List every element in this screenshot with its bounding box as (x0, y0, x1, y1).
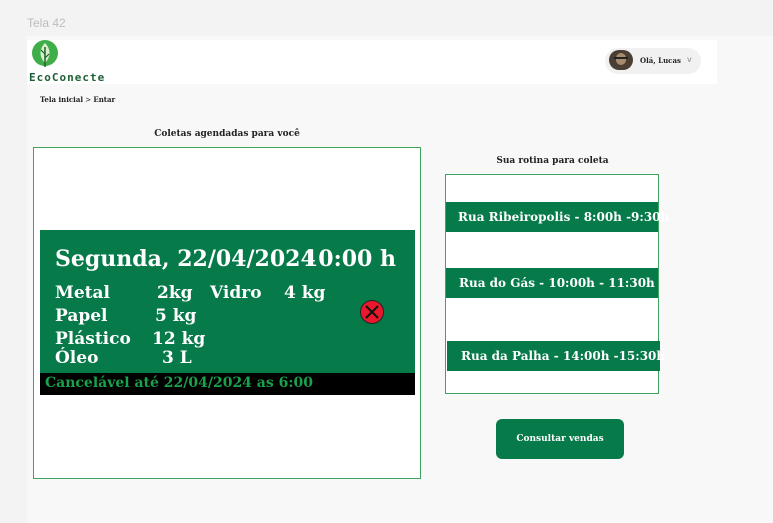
item-name: Metal (55, 283, 110, 303)
breadcrumb: Tela inicial > Entar (40, 95, 115, 104)
route-item[interactable]: Rua Ribeiropolis - 8:00h -9:30h (446, 202, 669, 232)
item-qty: 4 kg (284, 283, 326, 303)
collection-date: Segunda, 22/04/2024 (55, 246, 316, 272)
cancel-collection-button[interactable] (360, 300, 384, 324)
item-name: Plástico (55, 329, 131, 349)
user-menu[interactable]: Olá, Lucas v (605, 48, 701, 74)
close-icon (365, 305, 379, 319)
cancel-deadline-bar: Cancelável até 22/04/2024 as 6:00 (40, 373, 415, 395)
collection-time: 10:00 h (303, 246, 397, 272)
item-qty: 5 kg (155, 306, 197, 326)
frame-label: Tela 42 (27, 16, 66, 30)
item-name: Óleo (55, 348, 99, 368)
item-name: Papel (55, 306, 108, 326)
consult-sales-button[interactable]: Consultar vendas (496, 419, 624, 459)
collection-card: Segunda, 22/04/2024 10:00 h Metal 2kg Vi… (40, 230, 415, 373)
user-greeting: Olá, Lucas (640, 56, 681, 65)
routine-title: Sua rotina para coleta (496, 156, 609, 166)
leaf-logo-icon[interactable] (30, 37, 60, 71)
brand-logo-text[interactable]: EcoConecte (29, 71, 105, 84)
breadcrumb-home-link[interactable]: Tela inicial (40, 95, 83, 104)
item-qty: 3 L (162, 348, 192, 368)
avatar (609, 50, 633, 70)
item-name: Vidro (210, 283, 262, 303)
route-item[interactable]: Rua do Gás - 10:00h - 11:30h (446, 268, 658, 298)
breadcrumb-separator: > (85, 96, 92, 104)
breadcrumb-current: Entar (93, 95, 116, 104)
scheduled-collections-title: Coletas agendadas para você (154, 129, 300, 139)
item-qty: 12 kg (152, 329, 206, 349)
cancel-deadline-text: Cancelável até 22/04/2024 as 6:00 (45, 375, 314, 391)
chevron-down-icon[interactable]: v (687, 55, 692, 64)
item-qty: 2kg (157, 283, 193, 303)
route-item[interactable]: Rua da Palha - 14:00h -15:30h (447, 341, 665, 371)
